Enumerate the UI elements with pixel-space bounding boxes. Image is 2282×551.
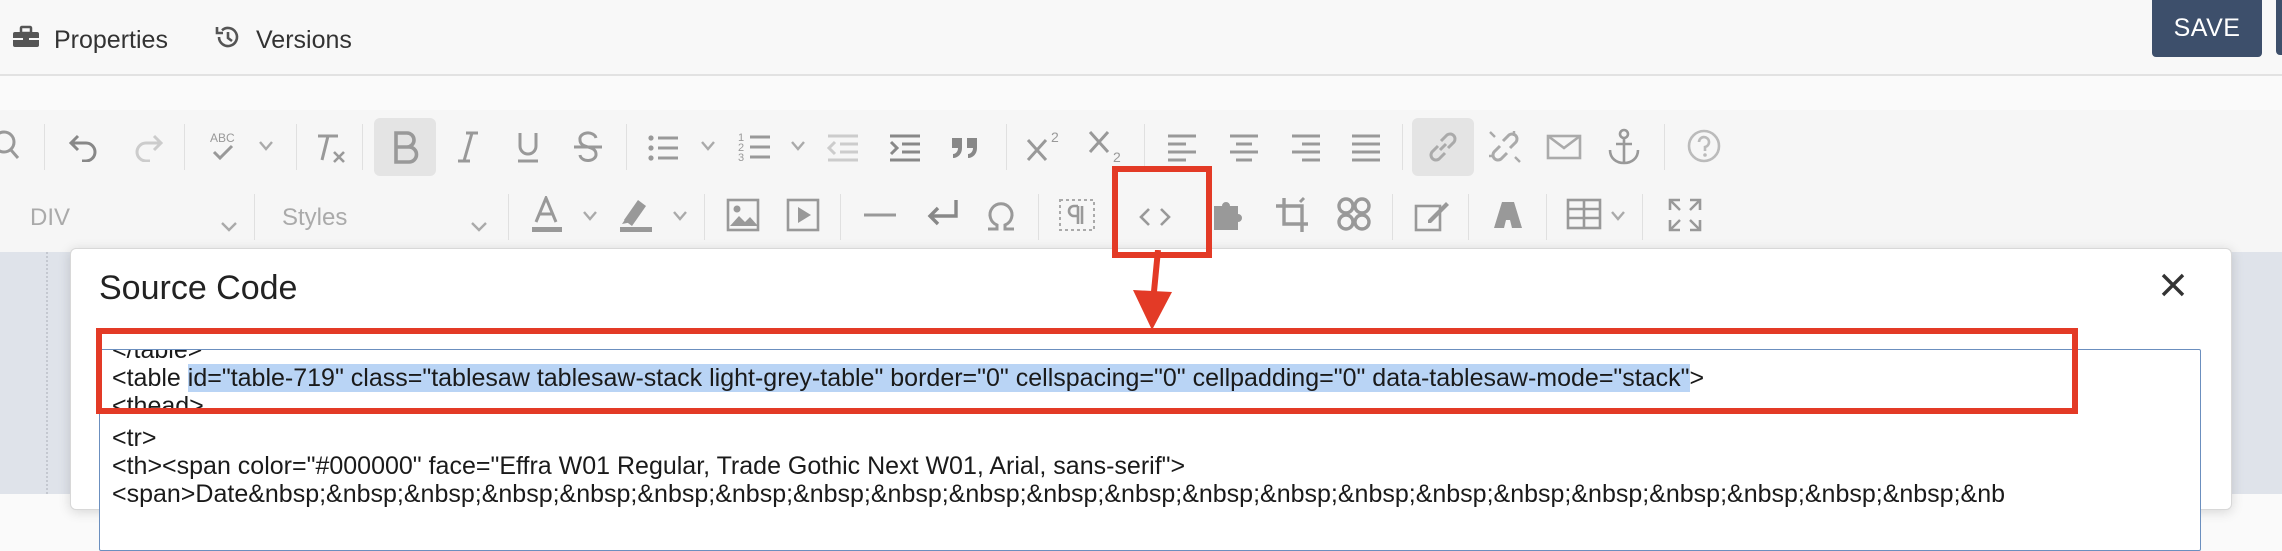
bullet-list-icon[interactable] (648, 134, 680, 162)
table-icon[interactable] (1566, 198, 1602, 230)
spellcheck-icon[interactable]: ABC (206, 128, 250, 166)
indent-icon[interactable] (888, 134, 922, 162)
annotation-box-table-tag (96, 328, 2078, 414)
italic-icon[interactable] (456, 130, 480, 164)
outdent-icon[interactable] (826, 134, 860, 162)
superscript-icon[interactable]: 2 (1026, 128, 1064, 164)
edit-icon[interactable] (1414, 198, 1450, 232)
email-link-icon[interactable] (1546, 134, 1582, 160)
editor-margin-guide (46, 252, 48, 494)
plugin-puzzle-icon[interactable] (1210, 196, 1246, 234)
code-line: <th><span color="#000000" face="Effra W0… (112, 452, 1186, 480)
chevron-down-icon[interactable] (790, 140, 806, 152)
highlight-color-icon[interactable] (618, 196, 654, 234)
clear-formatting-icon[interactable] (314, 132, 348, 164)
horizontal-line-icon[interactable] (864, 212, 896, 218)
toolbox-icon (12, 25, 54, 56)
anchor-icon[interactable] (1606, 128, 1642, 166)
show-blocks-icon[interactable] (1058, 198, 1096, 232)
tab-versions-label: Versions (256, 25, 352, 54)
save-button[interactable]: SAVE (2152, 0, 2262, 57)
top-bar: Properties Versions SAVE (0, 0, 2282, 76)
chevron-down-icon[interactable] (1610, 210, 1626, 222)
annotation-arrow (1133, 250, 1172, 330)
tab-versions[interactable]: Versions (214, 18, 352, 62)
history-icon (214, 23, 256, 58)
subscript-icon[interactable]: 2 (1088, 128, 1126, 166)
align-center-icon[interactable] (1228, 134, 1260, 162)
media-icon[interactable] (786, 198, 820, 232)
undo-icon[interactable] (68, 132, 100, 162)
text-color-icon[interactable] (530, 196, 564, 234)
chevron-down-icon (220, 212, 238, 240)
align-right-icon[interactable] (1290, 134, 1322, 162)
special-character-icon[interactable] (984, 198, 1018, 232)
underline-icon[interactable] (514, 130, 542, 164)
dialog-title: Source Code (99, 269, 298, 307)
code-line: <span>Date&nbsp;&nbsp;&nbsp;&nbsp;&nbsp;… (112, 480, 2006, 508)
chevron-down-icon[interactable] (258, 140, 274, 152)
next-button-edge[interactable] (2276, 0, 2282, 55)
styles-placeholder: Styles (282, 204, 348, 231)
align-justify-icon[interactable] (1350, 134, 1382, 162)
bold-icon[interactable] (392, 130, 420, 164)
block-format-select[interactable]: DIV (30, 190, 240, 246)
widget-icon[interactable] (1336, 196, 1372, 232)
close-icon[interactable] (2159, 271, 2187, 304)
numbered-list-icon[interactable]: 123 (738, 130, 772, 164)
redo-icon[interactable] (132, 132, 164, 162)
chevron-down-icon[interactable] (672, 210, 688, 222)
template-icon[interactable] (1490, 198, 1526, 232)
fullscreen-icon[interactable] (1668, 198, 1702, 232)
crop-icon[interactable] (1274, 196, 1310, 234)
svg-text:3: 3 (738, 152, 744, 164)
block-format-value: DIV (30, 204, 71, 231)
svg-text:2: 2 (1051, 129, 1059, 145)
chevron-down-icon (470, 212, 488, 240)
annotation-box-source-button (1112, 166, 1212, 258)
line-break-icon[interactable] (924, 198, 960, 232)
help-icon[interactable] (1686, 128, 1722, 164)
tab-properties-label: Properties (54, 25, 168, 54)
unlink-icon[interactable] (1486, 128, 1524, 166)
find-icon[interactable] (0, 130, 28, 162)
chevron-down-icon[interactable] (582, 210, 598, 222)
align-left-icon[interactable] (1166, 134, 1198, 162)
chevron-down-icon[interactable] (700, 140, 716, 152)
strikethrough-icon[interactable] (572, 130, 604, 164)
link-icon[interactable] (1424, 128, 1462, 166)
svg-text:ABC: ABC (210, 131, 235, 145)
svg-text:2: 2 (1113, 149, 1121, 165)
blockquote-icon[interactable] (950, 136, 980, 160)
image-icon[interactable] (726, 198, 760, 232)
styles-select[interactable]: Styles (282, 190, 492, 246)
code-line: <tr> (112, 424, 157, 452)
tab-properties[interactable]: Properties (12, 18, 168, 62)
